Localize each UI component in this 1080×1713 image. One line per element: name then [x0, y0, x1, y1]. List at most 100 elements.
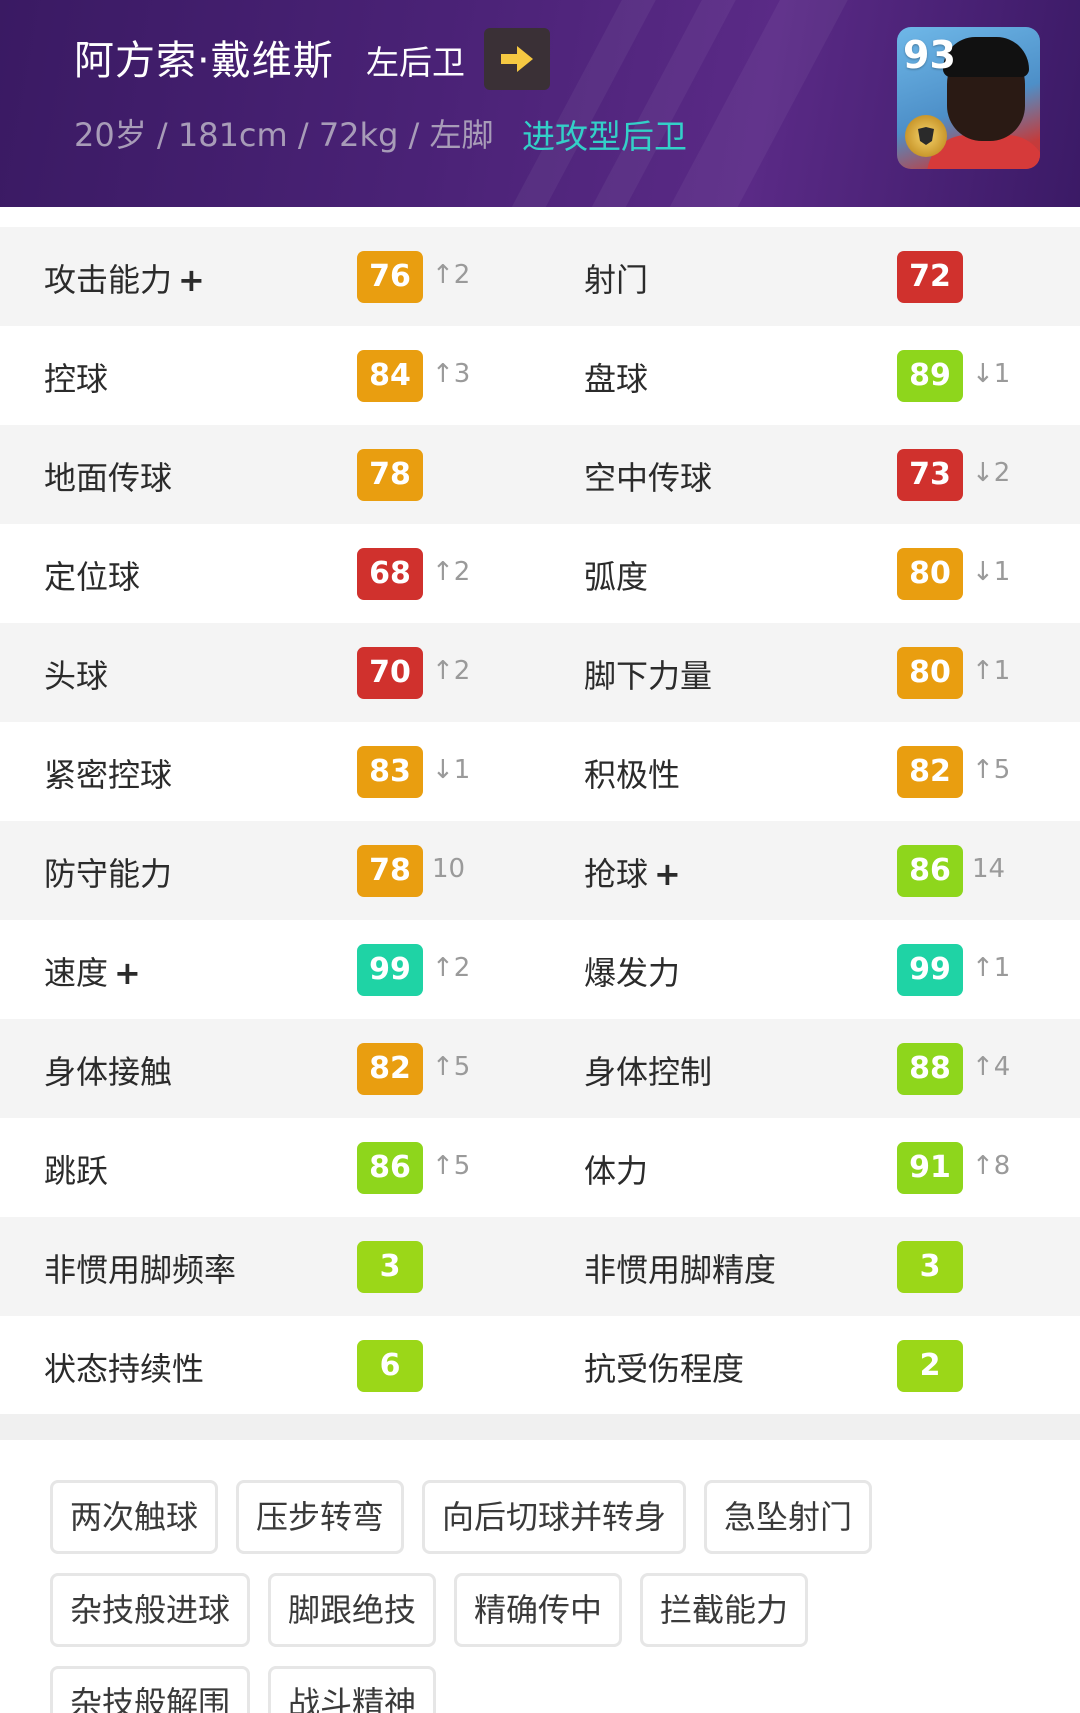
stat-delta: ↓1 [432, 755, 471, 785]
stat-item: 脚下力量 80 ↑1 [540, 623, 1080, 722]
stat-value-badge: 80 [897, 647, 963, 699]
skill-chip[interactable]: 杂技般进球 [50, 1573, 250, 1647]
stat-label-text: 速度 [44, 954, 109, 992]
stat-row: 身体接触 82 ↑5 身体控制 88 ↑4 [0, 1019, 1080, 1118]
stat-item: 射门 72 [540, 227, 1080, 326]
stat-delta: ↑5 [972, 755, 1011, 785]
stat-label-text: 盘球 [584, 360, 649, 398]
stat-label-text: 跳跃 [44, 1152, 109, 1190]
stat-value-badge: 78 [357, 449, 423, 501]
stat-row: 速度 +99 ↑2 爆发力 99 ↑1 [0, 920, 1080, 1019]
stat-label: 弧度 [584, 552, 648, 598]
stat-label-text: 非惯用脚精度 [584, 1251, 777, 1289]
skill-chip[interactable]: 精确传中 [454, 1573, 622, 1647]
stat-item: 抗受伤程度 2 [540, 1316, 1080, 1415]
stat-expand-plus[interactable]: + [114, 954, 141, 992]
stat-label: 身体接触 [44, 1047, 172, 1093]
skill-chip[interactable]: 战斗精神 [268, 1666, 436, 1713]
stat-label: 防守能力 [44, 849, 172, 895]
stat-value-badge: 99 [897, 944, 963, 996]
stat-label-text: 爆发力 [584, 954, 681, 992]
stat-delta: ↑1 [972, 953, 1011, 983]
skill-chip[interactable]: 杂技般解围 [50, 1666, 250, 1713]
skill-chip[interactable]: 急坠射门 [704, 1480, 872, 1554]
stat-label: 空中传球 [584, 453, 712, 499]
stat-value-badge: 88 [897, 1043, 963, 1095]
stat-expand-plus[interactable]: + [178, 261, 205, 299]
stat-label-text: 射门 [584, 261, 649, 299]
stat-value-badge: 80 [897, 548, 963, 600]
stat-item: 控球 84 ↑3 [0, 326, 540, 425]
stat-delta: ↓2 [972, 458, 1011, 488]
skill-chip[interactable]: 脚跟绝技 [268, 1573, 436, 1647]
stat-delta: 14 [972, 854, 1006, 884]
stat-label-text: 弧度 [584, 558, 649, 596]
league-badge-icon [905, 115, 947, 157]
stat-label-text: 身体接触 [44, 1053, 173, 1091]
stat-value-badge: 89 [897, 350, 963, 402]
stat-item: 攻击能力 +76 ↑2 [0, 227, 540, 326]
stat-label: 身体控制 [584, 1047, 712, 1093]
player-position: 左后卫 [366, 43, 465, 82]
stat-label: 盘球 [584, 354, 648, 400]
player-header: 阿方索·戴维斯 左后卫 20岁 / 181cm / 72kg / 左脚 进攻型后… [0, 0, 1080, 207]
skill-chip[interactable]: 压步转弯 [236, 1480, 404, 1554]
stat-value-badge: 3 [897, 1241, 963, 1293]
stat-item: 非惯用脚精度 3 [540, 1217, 1080, 1316]
stat-delta: ↑2 [432, 656, 471, 686]
next-player-button[interactable] [484, 28, 550, 90]
stat-item: 跳跃 86 ↑5 [0, 1118, 540, 1217]
stat-delta: ↑5 [432, 1151, 471, 1181]
stat-label: 跳跃 [44, 1146, 108, 1192]
stat-value-badge: 70 [357, 647, 423, 699]
skill-chip[interactable]: 两次触球 [50, 1480, 218, 1554]
stat-label: 攻击能力 + [44, 255, 205, 301]
stat-label-text: 身体控制 [584, 1053, 713, 1091]
stat-label: 积极性 [584, 750, 680, 796]
skill-chip[interactable]: 向后切球并转身 [422, 1480, 686, 1554]
stat-delta: ↑2 [432, 557, 471, 587]
stat-label-text: 抢球 [584, 855, 649, 893]
stat-item: 地面传球 78 [0, 425, 540, 524]
stat-item: 身体接触 82 ↑5 [0, 1019, 540, 1118]
stat-label: 状态持续性 [44, 1344, 204, 1390]
stat-expand-plus[interactable]: + [654, 855, 681, 893]
stat-value-badge: 84 [357, 350, 423, 402]
stat-label: 地面传球 [44, 453, 172, 499]
stat-item: 紧密控球 83 ↓1 [0, 722, 540, 821]
stat-value-badge: 83 [357, 746, 423, 798]
stat-label-text: 地面传球 [44, 459, 173, 497]
stat-delta: 10 [432, 854, 466, 884]
stat-delta: ↑2 [432, 953, 471, 983]
stat-label-text: 抗受伤程度 [584, 1350, 745, 1388]
stat-item: 速度 +99 ↑2 [0, 920, 540, 1019]
stat-value-badge: 82 [357, 1043, 423, 1095]
stat-label-text: 非惯用脚频率 [44, 1251, 237, 1289]
stat-item: 体力 91 ↑8 [540, 1118, 1080, 1217]
stat-item: 空中传球 73 ↓2 [540, 425, 1080, 524]
stat-item: 定位球 68 ↑2 [0, 524, 540, 623]
stat-delta: ↓1 [972, 359, 1011, 389]
stat-delta: ↑5 [432, 1052, 471, 1082]
stat-label-text: 体力 [584, 1152, 649, 1190]
player-card[interactable]: 93 [897, 27, 1040, 169]
stat-item: 爆发力 99 ↑1 [540, 920, 1080, 1019]
stat-value-badge: 78 [357, 845, 423, 897]
stat-label: 体力 [584, 1146, 648, 1192]
stat-delta: ↑8 [972, 1151, 1011, 1181]
skill-chip[interactable]: 拦截能力 [640, 1573, 808, 1647]
stat-label: 定位球 [44, 552, 140, 598]
player-playstyle[interactable]: 进攻型后卫 [522, 110, 687, 158]
stat-label: 抢球 + [584, 849, 681, 895]
stat-value-badge: 86 [357, 1142, 423, 1194]
stat-label: 速度 + [44, 948, 141, 994]
stat-value-badge: 99 [357, 944, 423, 996]
stat-item: 身体控制 88 ↑4 [540, 1019, 1080, 1118]
stat-value-badge: 68 [357, 548, 423, 600]
stat-item: 弧度 80 ↓1 [540, 524, 1080, 623]
stat-label: 非惯用脚频率 [44, 1245, 236, 1291]
stat-item: 抢球 +86 14 [540, 821, 1080, 920]
stat-value-badge: 73 [897, 449, 963, 501]
stat-label: 头球 [44, 651, 108, 697]
stat-label-text: 空中传球 [584, 459, 713, 497]
